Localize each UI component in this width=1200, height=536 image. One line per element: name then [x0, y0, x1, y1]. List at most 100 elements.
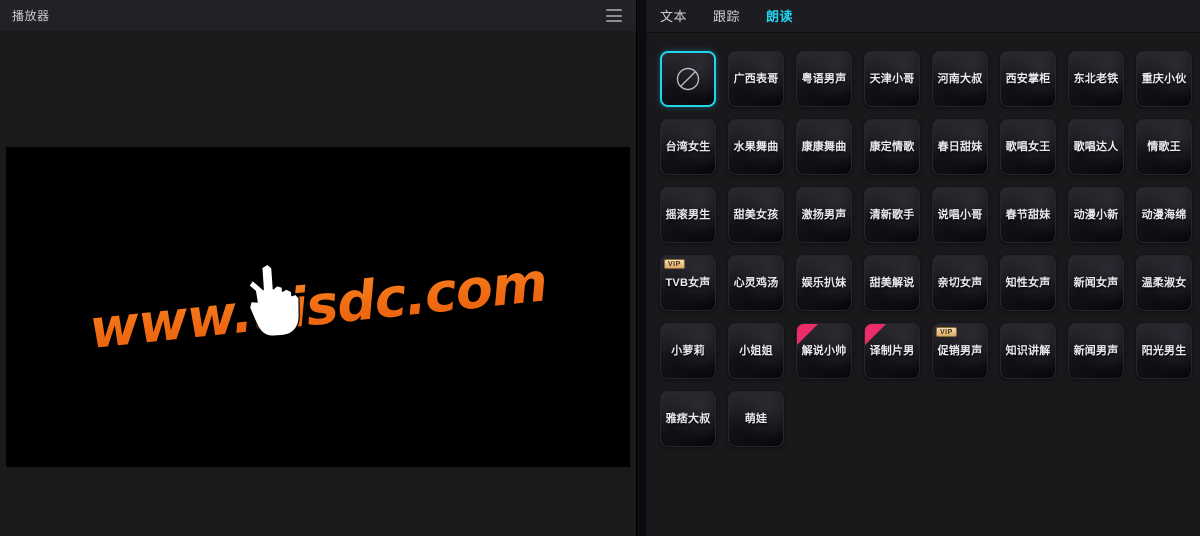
- voice-card-label: 雅痞大叔: [665, 412, 711, 425]
- voice-card[interactable]: VIP TVB女声: [660, 255, 716, 311]
- voice-card[interactable]: 重庆小伙: [1136, 51, 1192, 107]
- voice-card[interactable]: 动漫小新: [1068, 187, 1124, 243]
- voice-card-label: TVB女声: [665, 276, 711, 289]
- vip-badge: VIP: [664, 259, 685, 269]
- voice-card[interactable]: 知性女声: [1000, 255, 1056, 311]
- voice-card-label: 天津小哥: [869, 72, 915, 85]
- voice-card[interactable]: 萌娃: [728, 391, 784, 447]
- voice-card[interactable]: 新闻女声: [1068, 255, 1124, 311]
- voice-card[interactable]: 解说小帅: [796, 323, 852, 379]
- player-body: www.uisdc.com: [0, 31, 636, 536]
- voice-card-label: 东北老铁: [1073, 72, 1119, 85]
- voice-card-label: 西安掌柜: [1005, 72, 1051, 85]
- voice-card[interactable]: 粤语男声: [796, 51, 852, 107]
- voice-card[interactable]: 小萝莉: [660, 323, 716, 379]
- tab-reading[interactable]: 朗读: [766, 10, 793, 23]
- hamburger-line: [606, 20, 622, 22]
- voice-card[interactable]: 东北老铁: [1068, 51, 1124, 107]
- voice-card-label: 摇滚男生: [665, 208, 711, 221]
- voice-card-label: 水果舞曲: [733, 140, 779, 153]
- voice-card[interactable]: 广西表哥: [728, 51, 784, 107]
- voice-card[interactable]: VIP 促销男声: [932, 323, 988, 379]
- no-voice-icon: [676, 67, 700, 91]
- voice-card-label: 说唱小哥: [937, 208, 983, 221]
- voice-card-label: 促销男声: [937, 344, 983, 357]
- voice-list-scroll[interactable]: 广西表哥 粤语男声 天津小哥 河南大叔 西安掌柜 东北老铁 重庆小伙台湾女生 水果舞曲 康康舞曲…: [647, 33, 1200, 536]
- voice-card[interactable]: 阳光男生: [1136, 323, 1192, 379]
- voice-card[interactable]: 天津小哥: [864, 51, 920, 107]
- voice-card[interactable]: 情歌王: [1136, 119, 1192, 175]
- voice-card[interactable]: 新闻男声: [1068, 323, 1124, 379]
- voice-card[interactable]: 小姐姐: [728, 323, 784, 379]
- new-corner-ribbon: [797, 324, 819, 346]
- voice-card[interactable]: 甜美解说: [864, 255, 920, 311]
- voice-card-label: 广西表哥: [733, 72, 779, 85]
- hamburger-line: [606, 14, 622, 17]
- voice-card-label: 娱乐扒妹: [801, 276, 847, 289]
- voice-card-label: 动漫海绵: [1141, 208, 1187, 221]
- voice-card-label: 重庆小伙: [1141, 72, 1187, 85]
- voice-card-label: 激扬男声: [801, 208, 847, 221]
- voice-card-label: 亲切女声: [937, 276, 983, 289]
- voice-card-label: 甜美解说: [869, 276, 915, 289]
- voice-card[interactable]: 歌唱女王: [1000, 119, 1056, 175]
- voice-card-none[interactable]: [660, 51, 716, 107]
- voice-card[interactable]: 康康舞曲: [796, 119, 852, 175]
- panel-tabbar: 文本 跟踪 朗读: [647, 0, 1200, 33]
- voice-card[interactable]: 动漫海绵: [1136, 187, 1192, 243]
- voice-card-label: 知识讲解: [1005, 344, 1051, 357]
- voice-card[interactable]: 水果舞曲: [728, 119, 784, 175]
- hamburger-icon[interactable]: [606, 9, 622, 22]
- voice-card-label: 甜美女孩: [733, 208, 779, 221]
- voice-card[interactable]: 激扬男声: [796, 187, 852, 243]
- voice-card-label: 阳光男生: [1141, 344, 1187, 357]
- page-title: 播放器: [12, 8, 50, 23]
- voice-card[interactable]: 译制片男: [864, 323, 920, 379]
- watermark-text: www.uisdc.com: [86, 250, 550, 362]
- voice-card[interactable]: 春日甜妹: [932, 119, 988, 175]
- voice-card[interactable]: 心灵鸡汤: [728, 255, 784, 311]
- voice-card[interactable]: 说唱小哥: [932, 187, 988, 243]
- voice-card-label: 歌唱达人: [1073, 140, 1119, 153]
- voice-card[interactable]: 清新歌手: [864, 187, 920, 243]
- voice-card-label: 春节甜妹: [1005, 208, 1051, 221]
- voice-card-label: 清新歌手: [869, 208, 915, 221]
- voice-card-label: 解说小帅: [801, 344, 847, 357]
- voice-panel: 文本 跟踪 朗读 广西表哥 粤语男声 天津小哥 河南大叔 西安掌柜 东北老铁 重庆小伙台湾女…: [647, 0, 1200, 536]
- voice-card-label: 情歌王: [1147, 140, 1181, 153]
- voice-card[interactable]: 雅痞大叔: [660, 391, 716, 447]
- voice-card-label: 萌娃: [744, 412, 768, 425]
- voice-card-label: 歌唱女王: [1005, 140, 1051, 153]
- voice-card-label: 小姐姐: [739, 344, 773, 357]
- voice-card[interactable]: 康定情歌: [864, 119, 920, 175]
- voice-card-label: 知性女声: [1005, 276, 1051, 289]
- voice-card[interactable]: 知识讲解: [1000, 323, 1056, 379]
- voice-card-label: 康康舞曲: [801, 140, 847, 153]
- voice-card-label: 河南大叔: [937, 72, 983, 85]
- hamburger-line: [606, 9, 622, 11]
- voice-grid: 广西表哥 粤语男声 天津小哥 河南大叔 西安掌柜 东北老铁 重庆小伙台湾女生 水果舞曲 康康舞曲…: [660, 51, 1192, 447]
- tab-text[interactable]: 文本: [660, 10, 687, 23]
- vip-badge: VIP: [936, 327, 957, 337]
- voice-card[interactable]: 春节甜妹: [1000, 187, 1056, 243]
- tab-tracking[interactable]: 跟踪: [713, 10, 740, 23]
- voice-card-label: 动漫小新: [1073, 208, 1119, 221]
- voice-card[interactable]: 河南大叔: [932, 51, 988, 107]
- voice-card-label: 温柔淑女: [1141, 276, 1187, 289]
- player-panel: 播放器 www.uisdc.com: [0, 0, 636, 536]
- panel-divider[interactable]: [636, 0, 647, 536]
- voice-card[interactable]: 娱乐扒妹: [796, 255, 852, 311]
- voice-card-label: 新闻女声: [1073, 276, 1119, 289]
- voice-card[interactable]: 亲切女声: [932, 255, 988, 311]
- voice-card[interactable]: 甜美女孩: [728, 187, 784, 243]
- voice-card[interactable]: 温柔淑女: [1136, 255, 1192, 311]
- voice-card[interactable]: 西安掌柜: [1000, 51, 1056, 107]
- voice-card[interactable]: 摇滚男生: [660, 187, 716, 243]
- voice-card-label: 新闻男声: [1073, 344, 1119, 357]
- video-stage[interactable]: www.uisdc.com: [6, 147, 630, 467]
- voice-card[interactable]: 歌唱达人: [1068, 119, 1124, 175]
- voice-card[interactable]: 台湾女生: [660, 119, 716, 175]
- voice-card-label: 心灵鸡汤: [733, 276, 779, 289]
- voice-card-label: 译制片男: [869, 344, 915, 357]
- voice-card-label: 春日甜妹: [937, 140, 983, 153]
